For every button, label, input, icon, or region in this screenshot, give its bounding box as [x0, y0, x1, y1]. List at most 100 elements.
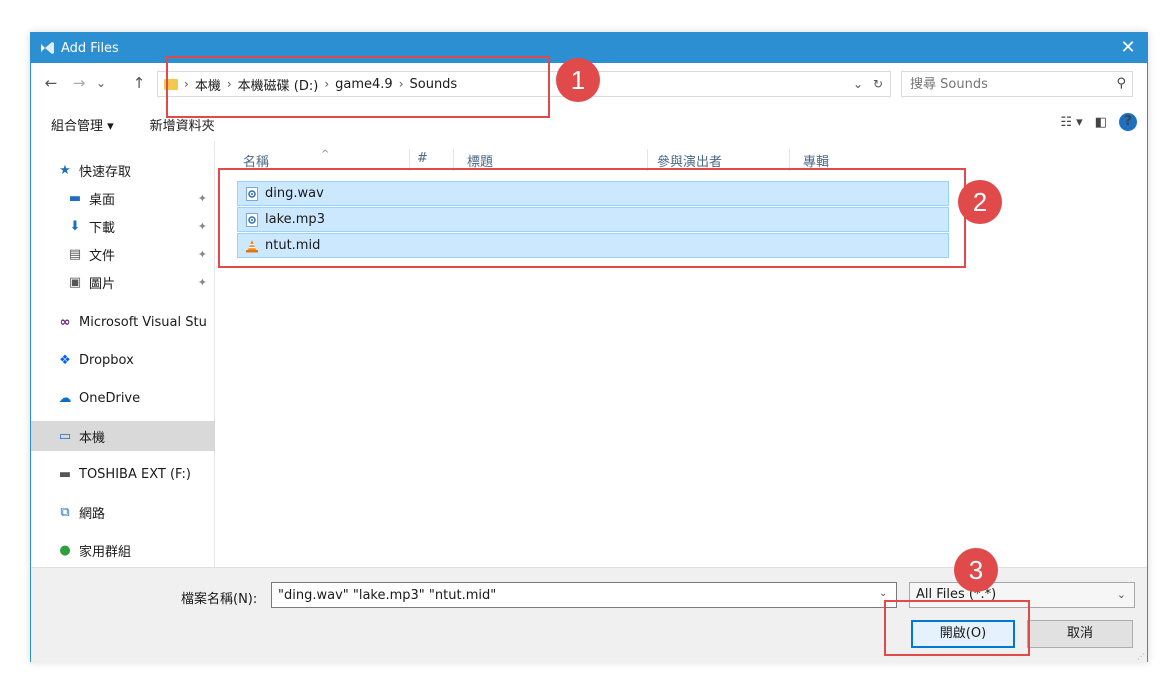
navigation-pane: ★ 快速存取 ▬ 桌面 ✦ ⬇ 下載 ✦ ▤ 文件 ✦ ▣ 圖片 ✦ ∞ Mic…	[31, 141, 215, 567]
column-header-number[interactable]: #	[417, 151, 428, 171]
breadcrumb-this-pc[interactable]: 本機	[195, 75, 221, 94]
chevron-right-icon[interactable]: ›	[324, 77, 329, 91]
sidebar-item-label: 家用群組	[79, 544, 132, 560]
column-divider[interactable]	[453, 149, 454, 171]
view-controls: ☷ ▾ ◧ ?	[1048, 113, 1137, 131]
sidebar-item-documents[interactable]: ▤ 文件 ✦	[31, 239, 215, 269]
filename-label: 檔案名稱(N):	[181, 592, 258, 607]
pin-icon[interactable]: ✦	[198, 276, 207, 289]
breadcrumb-game[interactable]: game4.9	[335, 77, 393, 92]
chevron-right-icon[interactable]: ›	[227, 77, 232, 91]
annotation-number-2: 2	[958, 180, 1002, 224]
audio-file-icon	[245, 212, 259, 228]
search-input[interactable]	[902, 76, 1102, 92]
window-title: Add Files	[61, 40, 119, 56]
sidebar-item-network[interactable]: ⧉ 網路	[31, 497, 215, 527]
vlc-cone-icon	[245, 238, 259, 254]
filename-input[interactable]	[271, 582, 897, 608]
column-divider[interactable]	[409, 149, 410, 171]
column-divider[interactable]	[789, 149, 790, 171]
file-row[interactable]: ding.wav	[237, 181, 949, 206]
homegroup-icon: ●	[59, 542, 71, 558]
sidebar-item-label: TOSHIBA EXT (F:)	[79, 466, 191, 482]
annotation-number-3: 3	[954, 548, 998, 592]
sidebar-item-quick-access[interactable]: ★ 快速存取	[31, 155, 215, 185]
open-button[interactable]: 開啟(O)	[911, 620, 1015, 648]
pin-icon[interactable]: ✦	[198, 192, 207, 205]
sidebar-item-onedrive[interactable]: ☁ OneDrive	[31, 383, 215, 413]
sidebar-item-label: 桌面	[89, 192, 116, 208]
preview-pane-icon[interactable]: ◧	[1095, 115, 1107, 130]
title-bar: Add Files ✕	[31, 33, 1147, 63]
breadcrumb-local-disk[interactable]: 本機磁碟 (D:)	[238, 75, 319, 94]
command-toolbar: 組合管理 ▾ 新增資料夾 ☷ ▾ ◧ ?	[31, 109, 1147, 139]
column-header-title[interactable]: 標題	[467, 151, 493, 171]
external-drive-icon: ▬	[58, 466, 72, 482]
annotation-number-1: 1	[556, 58, 600, 102]
file-name: ntut.mid	[265, 238, 321, 253]
breadcrumb-sounds[interactable]: Sounds	[410, 77, 458, 92]
sidebar-item-label: 快速存取	[79, 164, 132, 180]
resize-grip-icon[interactable]: ⋰	[1137, 652, 1145, 661]
address-actions: ⌄ ↻	[848, 72, 888, 96]
network-icon: ⧉	[60, 504, 70, 520]
sidebar-item-dropbox[interactable]: ❖ Dropbox	[31, 345, 215, 375]
file-row[interactable]: ntut.mid	[237, 233, 949, 258]
column-header-label: 名稱	[243, 155, 270, 170]
sidebar-item-label: OneDrive	[79, 390, 141, 406]
sidebar-item-downloads[interactable]: ⬇ 下載 ✦	[31, 211, 215, 241]
sidebar-item-this-pc[interactable]: ▭ 本機	[31, 421, 215, 451]
star-icon: ★	[59, 162, 71, 178]
computer-icon: ▭	[58, 428, 72, 444]
column-header-artists[interactable]: 參與演出者	[657, 151, 722, 171]
onedrive-cloud-icon: ☁	[58, 390, 72, 406]
sidebar-item-homegroup[interactable]: ● 家用群組	[31, 535, 215, 565]
file-name: lake.mp3	[265, 212, 325, 227]
file-name: ding.wav	[265, 186, 324, 201]
sidebar-item-toshiba-drive[interactable]: ▬ TOSHIBA EXT (F:)	[31, 459, 215, 489]
close-icon[interactable]: ✕	[1117, 37, 1139, 59]
refresh-icon[interactable]: ↻	[868, 77, 888, 91]
chevron-down-icon[interactable]: ⌄	[879, 588, 887, 599]
sidebar-item-desktop[interactable]: ▬ 桌面 ✦	[31, 183, 215, 213]
sidebar-item-label: Dropbox	[79, 352, 134, 368]
column-header-album[interactable]: 專輯	[803, 151, 829, 171]
chevron-right-icon[interactable]: ›	[184, 77, 189, 91]
new-folder-button[interactable]: 新增資料夾	[150, 115, 215, 134]
chevron-down-icon[interactable]: ⌄	[848, 77, 868, 91]
back-arrow-icon[interactable]: ←	[41, 72, 61, 94]
sidebar-item-label: Microsoft Visual Stu	[79, 314, 207, 330]
audio-file-icon	[245, 186, 259, 202]
sidebar-item-label: 本機	[79, 430, 106, 446]
search-box: ⚲	[901, 71, 1133, 97]
sidebar-item-label: 網路	[79, 506, 106, 522]
dropbox-icon: ❖	[59, 352, 71, 368]
visual-studio-icon	[39, 40, 55, 56]
address-bar[interactable]: › 本機 › 本機磁碟 (D:) › game4.9 › Sounds ⌄ ↻	[157, 71, 891, 97]
visual-studio-icon: ∞	[59, 314, 71, 330]
change-view-icon[interactable]: ☷ ▾	[1060, 115, 1082, 130]
chevron-right-icon[interactable]: ›	[399, 77, 404, 91]
recent-locations-icon[interactable]: ⌄	[91, 72, 111, 94]
sidebar-item-pictures[interactable]: ▣ 圖片 ✦	[31, 267, 215, 297]
file-type-select[interactable]: All Files (*.*) ⌄	[909, 582, 1135, 608]
sidebar-item-label: 文件	[89, 248, 116, 264]
forward-arrow-icon[interactable]: →	[69, 72, 89, 94]
up-arrow-icon[interactable]: ↑	[129, 72, 149, 94]
column-divider[interactable]	[647, 149, 648, 171]
pin-icon[interactable]: ✦	[198, 248, 207, 261]
cancel-button[interactable]: 取消	[1027, 620, 1133, 648]
pictures-icon: ▣	[68, 274, 82, 290]
organize-menu[interactable]: 組合管理 ▾	[51, 115, 114, 134]
column-header-name[interactable]: 名稱 ^	[243, 149, 329, 171]
folder-icon	[164, 78, 178, 90]
search-icon[interactable]: ⚲	[1116, 76, 1126, 91]
sidebar-item-label: 圖片	[89, 276, 116, 292]
download-icon: ⬇	[69, 218, 81, 234]
help-icon[interactable]: ?	[1119, 113, 1137, 131]
file-row[interactable]: lake.mp3	[237, 207, 949, 232]
sidebar-item-visual-studio[interactable]: ∞ Microsoft Visual Stu	[31, 307, 215, 337]
pin-icon[interactable]: ✦	[198, 220, 207, 233]
document-icon: ▤	[68, 246, 82, 262]
sort-ascending-icon: ^	[321, 149, 330, 160]
